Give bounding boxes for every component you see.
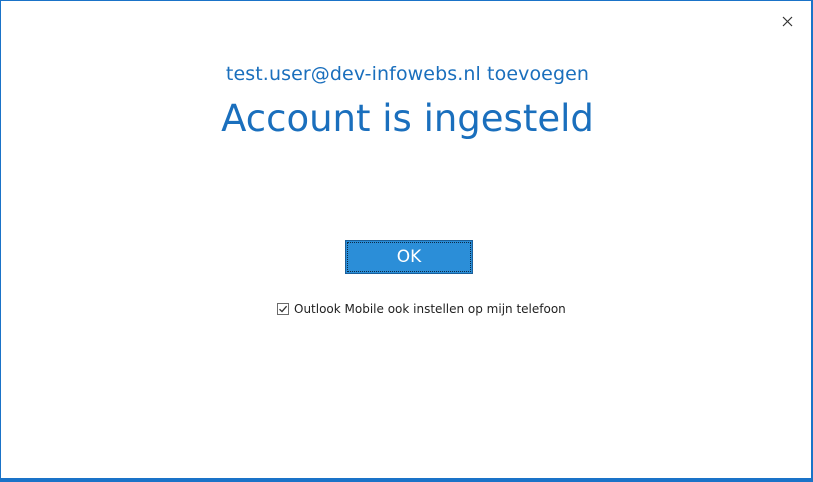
- checkmark-icon: [279, 305, 288, 313]
- dialog-title: Account is ingesteld: [221, 97, 594, 140]
- outlook-mobile-option[interactable]: Outlook Mobile ook instellen op mijn tel…: [277, 302, 566, 316]
- close-icon: [782, 16, 792, 26]
- ok-button[interactable]: OK: [345, 240, 473, 274]
- dialog-subtitle: test.user@dev-infowebs.nl toevoegen: [225, 63, 590, 85]
- outlook-mobile-checkbox[interactable]: [277, 303, 289, 315]
- close-button[interactable]: [773, 7, 801, 35]
- account-setup-dialog: test.user@dev-infowebs.nl toevoegen Acco…: [0, 0, 813, 482]
- outlook-mobile-checkbox-label[interactable]: Outlook Mobile ook instellen op mijn tel…: [294, 302, 566, 316]
